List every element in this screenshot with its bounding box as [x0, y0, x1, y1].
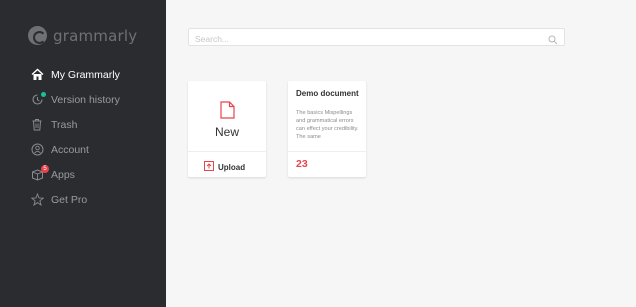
grammarly-logo-icon	[28, 26, 47, 45]
card-divider	[188, 151, 266, 152]
version-history-icon	[30, 91, 46, 107]
apps-badge: 5	[41, 164, 49, 173]
sidebar-item-account[interactable]: Account	[0, 137, 166, 162]
sidebar-nav: My Grammarly Version history Trash Accou…	[0, 62, 166, 212]
sidebar-item-apps[interactable]: 5 Apps	[0, 162, 166, 187]
sidebar-item-label: Account	[51, 143, 89, 156]
search-icon[interactable]	[548, 32, 558, 50]
card-divider	[288, 151, 366, 152]
search-input[interactable]	[189, 31, 529, 47]
sidebar-item-my-grammarly[interactable]: My Grammarly	[0, 62, 166, 87]
document-card-demo[interactable]: Demo document The basics Mispellings and…	[288, 81, 366, 177]
upload-icon	[204, 158, 214, 176]
document-preview: The basics Mispellings and grammatical e…	[296, 110, 359, 140]
sidebar-item-version-history[interactable]: Version history	[0, 87, 166, 112]
account-icon	[30, 143, 44, 157]
sidebar: grammarly My Grammarly Version history T…	[0, 0, 166, 307]
sidebar-item-label: Apps	[51, 168, 75, 181]
search-bar	[188, 28, 565, 47]
sidebar-item-get-pro[interactable]: Get Pro	[0, 187, 166, 212]
star-icon	[30, 193, 44, 207]
new-document-card[interactable]: New Upload	[188, 81, 266, 177]
sidebar-item-label: My Grammarly	[51, 68, 120, 81]
alert-count: 23	[296, 158, 308, 170]
grammarly-logo[interactable]: grammarly	[28, 26, 137, 45]
trash-icon	[30, 118, 44, 132]
brand-name: grammarly	[53, 26, 138, 45]
apps-icon: 5	[30, 164, 49, 182]
sidebar-item-label: Trash	[51, 118, 78, 131]
new-document-icon	[220, 101, 235, 124]
sidebar-item-label: Version history	[51, 93, 120, 106]
new-document-label: New	[214, 125, 239, 139]
upload-label: Upload	[218, 162, 246, 172]
sidebar-item-trash[interactable]: Trash	[0, 112, 166, 137]
version-history-indicator	[41, 91, 46, 97]
home-icon	[30, 68, 44, 82]
upload-button[interactable]: Upload	[204, 158, 245, 176]
document-title: Demo document	[296, 89, 359, 98]
sidebar-item-label: Get Pro	[51, 193, 88, 206]
